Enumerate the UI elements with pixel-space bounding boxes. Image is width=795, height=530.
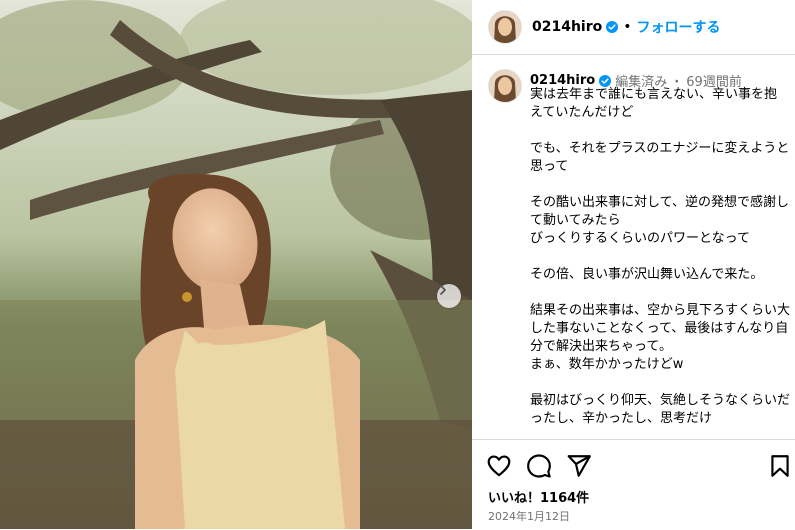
like-button[interactable] <box>486 453 512 479</box>
post-header: 0214hiro • フォローする <box>472 0 795 55</box>
post-date[interactable]: 2024年1月12日 <box>488 508 570 524</box>
paper-plane-icon <box>567 455 591 477</box>
comment-button[interactable] <box>526 453 552 479</box>
header-username[interactable]: 0214hiro <box>532 19 602 35</box>
caption-text: 実は去年まで誰にも言えない、辛い事を抱えていたんだけど でも、それをプラスのエナ… <box>530 87 791 426</box>
header-separator: • <box>623 19 632 35</box>
comments-section[interactable]: 0214hiro 編集済み ・ 69週間前 実は去年まで誰にも言えない、辛い事を… <box>472 55 795 438</box>
avatar-image <box>489 70 521 102</box>
avatar-image <box>489 11 521 43</box>
share-button[interactable] <box>566 453 592 479</box>
likes-count[interactable]: いいね！1164件 <box>488 487 589 506</box>
caption-avatar[interactable] <box>488 69 522 103</box>
verified-badge-icon <box>599 74 612 87</box>
post-photo <box>0 0 472 529</box>
heart-icon <box>487 455 511 477</box>
chevron-right-icon <box>440 285 446 295</box>
bookmark-icon <box>771 455 789 477</box>
post-side-panel: 0214hiro • フォローする 0214hiro 編集済み ・ 69週間前 … <box>472 0 795 529</box>
action-bar: いいね！1164件 2024年1月12日 <box>472 439 795 530</box>
follow-button[interactable]: フォローする <box>637 17 721 37</box>
next-photo-button[interactable] <box>437 284 461 308</box>
comment-icon <box>527 454 551 478</box>
save-button[interactable] <box>767 453 793 479</box>
avatar[interactable] <box>488 10 522 44</box>
post-media[interactable] <box>0 0 472 529</box>
verified-badge-icon <box>606 21 619 33</box>
